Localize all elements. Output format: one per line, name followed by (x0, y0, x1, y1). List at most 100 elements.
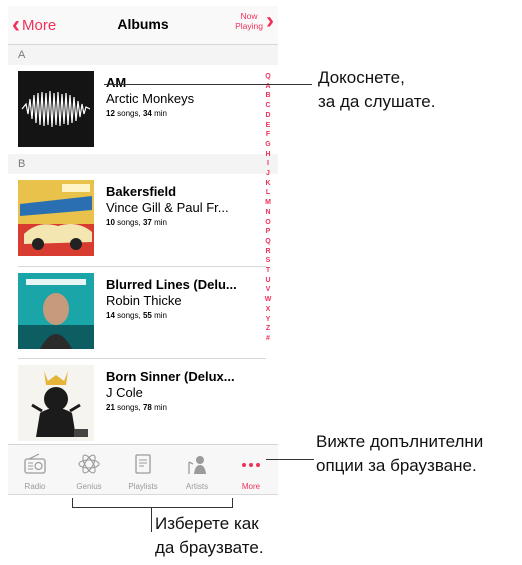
now-playing-line2: Playing (235, 21, 263, 31)
tab-label: Radio (24, 482, 46, 491)
index-letter[interactable]: M (262, 198, 274, 208)
radio-icon (24, 453, 46, 474)
index-letter[interactable]: L (262, 188, 274, 198)
more-icon (242, 463, 260, 467)
callout-tap-line2: за да слушате. (318, 92, 436, 111)
album-title: Bakersfield (106, 184, 177, 199)
bracket-stem (151, 507, 152, 532)
index-letter[interactable]: Q (262, 237, 274, 247)
callout-choose-line1: Изберете как (155, 514, 259, 533)
album-artist: Arctic Monkeys (106, 91, 195, 106)
index-letter[interactable]: C (262, 101, 274, 111)
index-letter[interactable]: S (262, 256, 274, 266)
songs-unit: songs, (117, 109, 141, 118)
index-letter[interactable]: D (262, 111, 274, 121)
tab-label: More (241, 482, 261, 491)
album-text: Born Sinner (Delux... J Cole 21 songs, 7… (106, 369, 264, 415)
album-cover-bakersfield (18, 180, 94, 256)
index-letter[interactable]: X (262, 305, 274, 315)
album-artist: Vince Gill & Paul Fr... (106, 200, 229, 215)
album-row-bakersfield[interactable]: Bakersfield Vince Gill & Paul Fr... 10 s… (8, 174, 266, 260)
song-count: 14 (106, 311, 115, 320)
index-letter[interactable]: O (262, 218, 274, 228)
duration: 37 (142, 218, 152, 227)
index-letter[interactable]: U (262, 276, 274, 286)
album-artist: Robin Thicke (106, 293, 182, 308)
duration: 55 (142, 311, 152, 320)
bracket-right (232, 498, 233, 507)
index-letter[interactable]: W (262, 295, 274, 305)
tab-label: Artists (185, 482, 209, 491)
tab-label: Genius (76, 482, 102, 491)
album-cover-am (18, 71, 94, 147)
tab-artists[interactable]: Artists (170, 445, 224, 494)
songs-unit: songs, (117, 403, 141, 412)
index-letter[interactable]: # (262, 334, 274, 344)
duration: 34 (142, 109, 152, 118)
chevron-right-icon: › (266, 7, 274, 34)
index-letter[interactable]: R (262, 247, 274, 257)
callout-line-more (266, 459, 314, 460)
album-meta: 12 songs, 34 min (106, 107, 264, 121)
album-row-am[interactable]: AM Arctic Monkeys 12 songs, 34 min (8, 65, 266, 151)
index-letter[interactable]: I (262, 159, 274, 169)
index-letter[interactable]: Z (262, 324, 274, 334)
minutes-unit: min (154, 311, 167, 320)
callout-choose-line2: да браузвате. (155, 538, 264, 557)
playlists-icon (135, 454, 151, 474)
tab-label: Playlists (128, 482, 158, 491)
index-letter[interactable]: G (262, 140, 274, 150)
album-meta: 21 songs, 78 min (106, 401, 264, 415)
tab-genius[interactable]: Genius (62, 445, 116, 494)
songs-unit: songs, (117, 218, 141, 227)
album-row-born-sinner[interactable]: Born Sinner (Delux... J Cole 21 songs, 7… (8, 359, 266, 445)
minutes-unit: min (154, 109, 167, 118)
index-letter[interactable]: E (262, 121, 274, 131)
index-letter[interactable]: V (262, 285, 274, 295)
now-playing-label: Now Playing (235, 11, 263, 31)
callout-line-tap (104, 84, 312, 85)
index-letter[interactable]: F (262, 130, 274, 140)
callout-more-line2: опции за браузване. (316, 456, 477, 475)
callout-choose: Изберете как да браузвате. (155, 512, 264, 560)
index-letter[interactable]: N (262, 208, 274, 218)
navigation-bar: ‹ More Albums Now Playing › (8, 6, 278, 45)
minutes-unit: min (154, 403, 167, 412)
index-letter[interactable]: H (262, 150, 274, 160)
section-header-a: A (8, 45, 278, 65)
index-letter[interactable]: T (262, 266, 274, 276)
alphabet-index[interactable]: Q A B C D E F G H I J K L M N O P Q R S T U V W X Y Z # (262, 72, 274, 344)
tab-bar: Radio Genius Playlists Artists More (8, 444, 278, 494)
index-letter[interactable]: K (262, 179, 274, 189)
album-title: Blurred Lines (Delu... (106, 277, 237, 292)
album-cover-born-sinner (18, 365, 94, 441)
song-count: 10 (106, 218, 115, 227)
index-letter[interactable]: B (262, 91, 274, 101)
index-letter[interactable]: Q (262, 72, 274, 82)
callout-more: Вижте допълнителни опции за браузване. (316, 430, 483, 478)
album-text: Bakersfield Vince Gill & Paul Fr... 10 s… (106, 184, 264, 230)
album-cover-blurred-lines (18, 273, 94, 349)
now-playing-button[interactable]: Now Playing › (235, 7, 274, 34)
duration: 78 (142, 403, 152, 412)
album-artist: J Cole (106, 385, 143, 400)
index-letter[interactable]: Y (262, 315, 274, 325)
album-meta: 10 songs, 37 min (106, 216, 264, 230)
index-letter[interactable]: J (262, 169, 274, 179)
bracket-left (72, 498, 73, 507)
tab-radio[interactable]: Radio (8, 445, 62, 494)
tab-playlists[interactable]: Playlists (116, 445, 170, 494)
music-app-screen: ‹ More Albums Now Playing › A AM Arctic … (8, 6, 278, 495)
album-row-blurred-lines[interactable]: Blurred Lines (Delu... Robin Thicke 14 s… (8, 267, 266, 353)
minutes-unit: min (154, 218, 167, 227)
index-letter[interactable]: P (262, 227, 274, 237)
album-text: Blurred Lines (Delu... Robin Thicke 14 s… (106, 277, 264, 323)
artists-icon (188, 456, 206, 474)
tab-more[interactable]: More (224, 445, 278, 494)
genius-icon (78, 454, 100, 474)
song-count: 21 (106, 403, 115, 412)
section-header-b: B (8, 154, 278, 174)
album-title: Born Sinner (Delux... (106, 369, 235, 384)
now-playing-line1: Now (240, 11, 258, 21)
album-meta: 14 songs, 55 min (106, 309, 264, 323)
